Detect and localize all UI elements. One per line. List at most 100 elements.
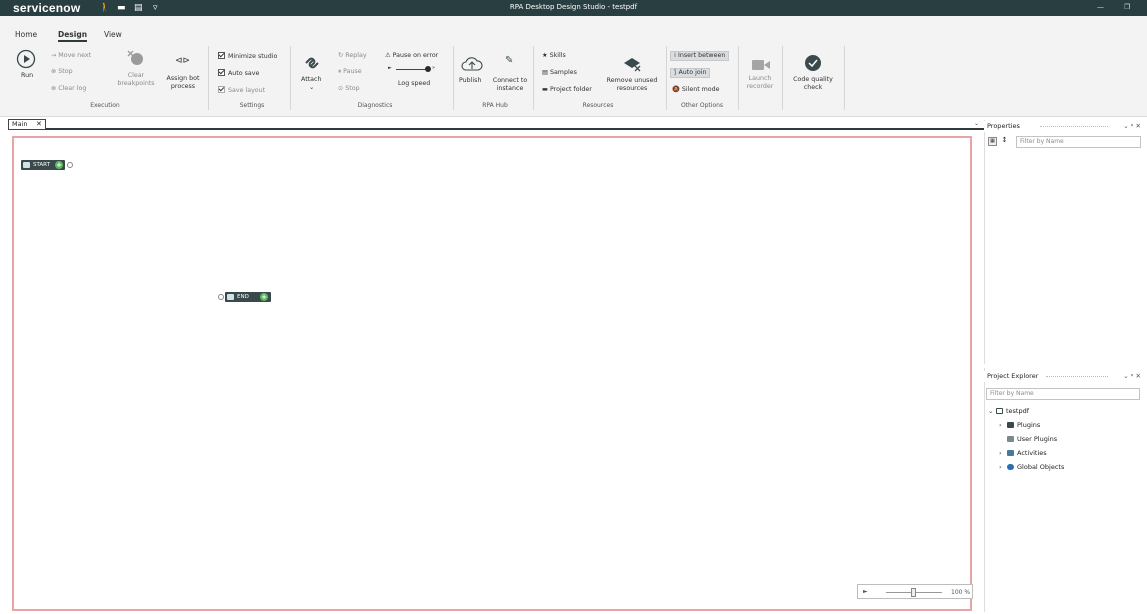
- end-node[interactable]: END +: [225, 292, 271, 302]
- properties-title: Properties: [987, 122, 1020, 130]
- auto-join-toggle[interactable]: ⟆ Auto join: [670, 68, 711, 78]
- tree-item-user-plugins[interactable]: User Plugins: [999, 435, 1057, 443]
- save-layout-checkbox[interactable]: Save layout: [218, 86, 265, 95]
- tree-root-testpdf[interactable]: ⌄ testpdf: [988, 407, 1029, 415]
- tab-design[interactable]: Design: [58, 30, 88, 42]
- add-icon[interactable]: +: [260, 293, 268, 301]
- tab-home[interactable]: Home: [15, 30, 37, 39]
- publish-label: Publish: [459, 77, 482, 84]
- tab-main-label: Main: [12, 120, 28, 128]
- attach-label: Attach: [301, 76, 322, 83]
- tree-item-label: Global Objects: [1017, 463, 1065, 471]
- skills-button[interactable]: ★ Skills: [542, 52, 566, 60]
- tree-item-label: Plugins: [1017, 421, 1041, 429]
- panel-controls[interactable]: ⌄ ᵖ ✕: [1123, 371, 1141, 382]
- tree-item-label: Activities: [1017, 449, 1047, 457]
- pause-on-error-button[interactable]: ⚠ Pause on error: [385, 52, 438, 60]
- code-quality-check-button[interactable]: Code quality check: [788, 53, 838, 95]
- stop-diagnostics-label: Stop: [345, 85, 360, 92]
- minimize-studio-label: Minimize studio: [228, 53, 278, 60]
- publish-button[interactable]: Publish: [459, 55, 485, 93]
- clear-log-label: Clear log: [58, 85, 87, 92]
- zoom-slider-thumb[interactable]: [911, 588, 916, 597]
- launch-recorder-button[interactable]: Launch recorder: [742, 55, 778, 95]
- properties-filter-input[interactable]: Filter by Name: [1016, 136, 1141, 148]
- ribbon-divider: [290, 46, 291, 110]
- tree-item-global-objects[interactable]: › Global Objects: [999, 463, 1064, 471]
- slider-fast-icon: »: [432, 65, 436, 71]
- start-node-label: START: [33, 162, 50, 168]
- settings-group-label: Settings: [239, 102, 265, 109]
- start-node[interactable]: START +: [21, 160, 65, 170]
- remove-resources-icon: [624, 58, 641, 72]
- tab-main[interactable]: Main ✕: [8, 119, 46, 130]
- clear-breakpoints-button[interactable]: Clear breakpoints: [114, 49, 158, 91]
- run-button[interactable]: Run: [13, 49, 39, 89]
- clear-breakpoints-label: Clear breakpoints: [117, 72, 155, 87]
- properties-panel: [984, 120, 1144, 364]
- input-port[interactable]: [218, 294, 224, 300]
- tree-item-activities[interactable]: › Activities: [999, 449, 1047, 457]
- silent-mode-toggle[interactable]: 🔕 Silent mode: [672, 86, 720, 94]
- stop-diagnostics-button[interactable]: ⊙ Stop: [338, 85, 360, 93]
- cloud-upload-icon: [461, 57, 483, 71]
- panel-controls[interactable]: ⌄ ᵖ ✕: [1123, 121, 1141, 132]
- launch-recorder-label: Launch recorder: [746, 75, 774, 90]
- auto-save-checkbox[interactable]: Auto save: [218, 69, 259, 78]
- close-icon[interactable]: ✕: [36, 120, 42, 129]
- user-plugins-icon: [1007, 436, 1014, 442]
- save-layout-label: Save layout: [228, 87, 266, 94]
- project-folder-button[interactable]: ▬ Project folder: [542, 86, 592, 94]
- insert-between-toggle[interactable]: ⁞ Insert between: [670, 51, 730, 61]
- play-icon[interactable]: ►: [863, 588, 868, 595]
- sort-alphabetical-icon[interactable]: ↕: [1000, 137, 1009, 146]
- code-quality-check-label: Code quality check: [793, 76, 833, 91]
- log-speed-label: Log speed: [398, 80, 431, 87]
- clear-log-button[interactable]: ⊗ Clear log: [51, 85, 86, 93]
- minimize-window-button[interactable]: —: [1097, 3, 1104, 11]
- chevron-down-icon[interactable]: ⌄: [974, 120, 979, 127]
- connect-to-instance-label: Connect to instance: [492, 77, 528, 92]
- activities-icon: [1007, 450, 1014, 456]
- stop-execution-button[interactable]: ⊗ Stop: [51, 68, 73, 76]
- project-explorer-filter-input[interactable]: Filter by Name: [986, 388, 1140, 400]
- samples-button[interactable]: ▤ Samples: [542, 69, 577, 77]
- chevron-right-icon[interactable]: ›: [999, 421, 1007, 429]
- chevron-right-icon[interactable]: ›: [999, 449, 1007, 457]
- restore-window-button[interactable]: ❐: [1124, 3, 1130, 11]
- document-tab-bar: Main ✕ ⌄: [8, 119, 984, 130]
- silent-mode-label: Silent mode: [681, 86, 720, 93]
- remove-unused-resources-button[interactable]: Remove unused resources: [604, 55, 660, 95]
- tree-root-label: testpdf: [1006, 407, 1030, 415]
- workflow-canvas[interactable]: START + END + ► 100 %: [12, 136, 973, 611]
- categorized-view-icon[interactable]: ▦: [988, 137, 997, 146]
- minimize-studio-checkbox[interactable]: Minimize studio: [218, 52, 277, 61]
- chevron-right-icon[interactable]: ›: [999, 463, 1007, 471]
- warning-icon: ⚠: [385, 52, 393, 59]
- slider-thumb[interactable]: [425, 66, 431, 72]
- assign-bot-process-button[interactable]: ⊲⊳ Assign bot process: [163, 56, 203, 94]
- checkbox-icon: [218, 86, 225, 93]
- insert-between-label: Insert between: [678, 52, 726, 59]
- move-next-button[interactable]: → Move next: [51, 52, 91, 60]
- diagnostics-group-label: Diagnostics: [357, 102, 393, 109]
- pause-button[interactable]: ⏸ Pause: [338, 68, 362, 76]
- attach-button[interactable]: Attach ⌄: [298, 53, 326, 93]
- move-next-label: Move next: [58, 52, 92, 59]
- samples-label: Samples: [549, 69, 577, 76]
- replay-button[interactable]: ↻ Replay: [338, 52, 367, 60]
- ribbon-divider: [738, 46, 739, 110]
- tab-view[interactable]: View: [104, 30, 122, 39]
- tree-item-plugins[interactable]: › Plugins: [999, 421, 1040, 429]
- assign-bot-process-label: Assign bot process: [166, 75, 200, 90]
- plugins-icon: [1007, 422, 1014, 428]
- end-node-label: END: [237, 294, 249, 300]
- connect-plug-icon: ✎: [505, 55, 514, 66]
- connect-to-instance-button[interactable]: ✎ Connect to instance: [491, 55, 529, 95]
- output-port[interactable]: [67, 162, 73, 168]
- log-speed-slider[interactable]: ► »: [388, 65, 440, 75]
- ribbon-divider: [782, 46, 783, 110]
- chevron-down-icon[interactable]: ⌄: [988, 407, 996, 415]
- add-icon[interactable]: +: [55, 161, 63, 169]
- panel-grip: [1040, 126, 1108, 127]
